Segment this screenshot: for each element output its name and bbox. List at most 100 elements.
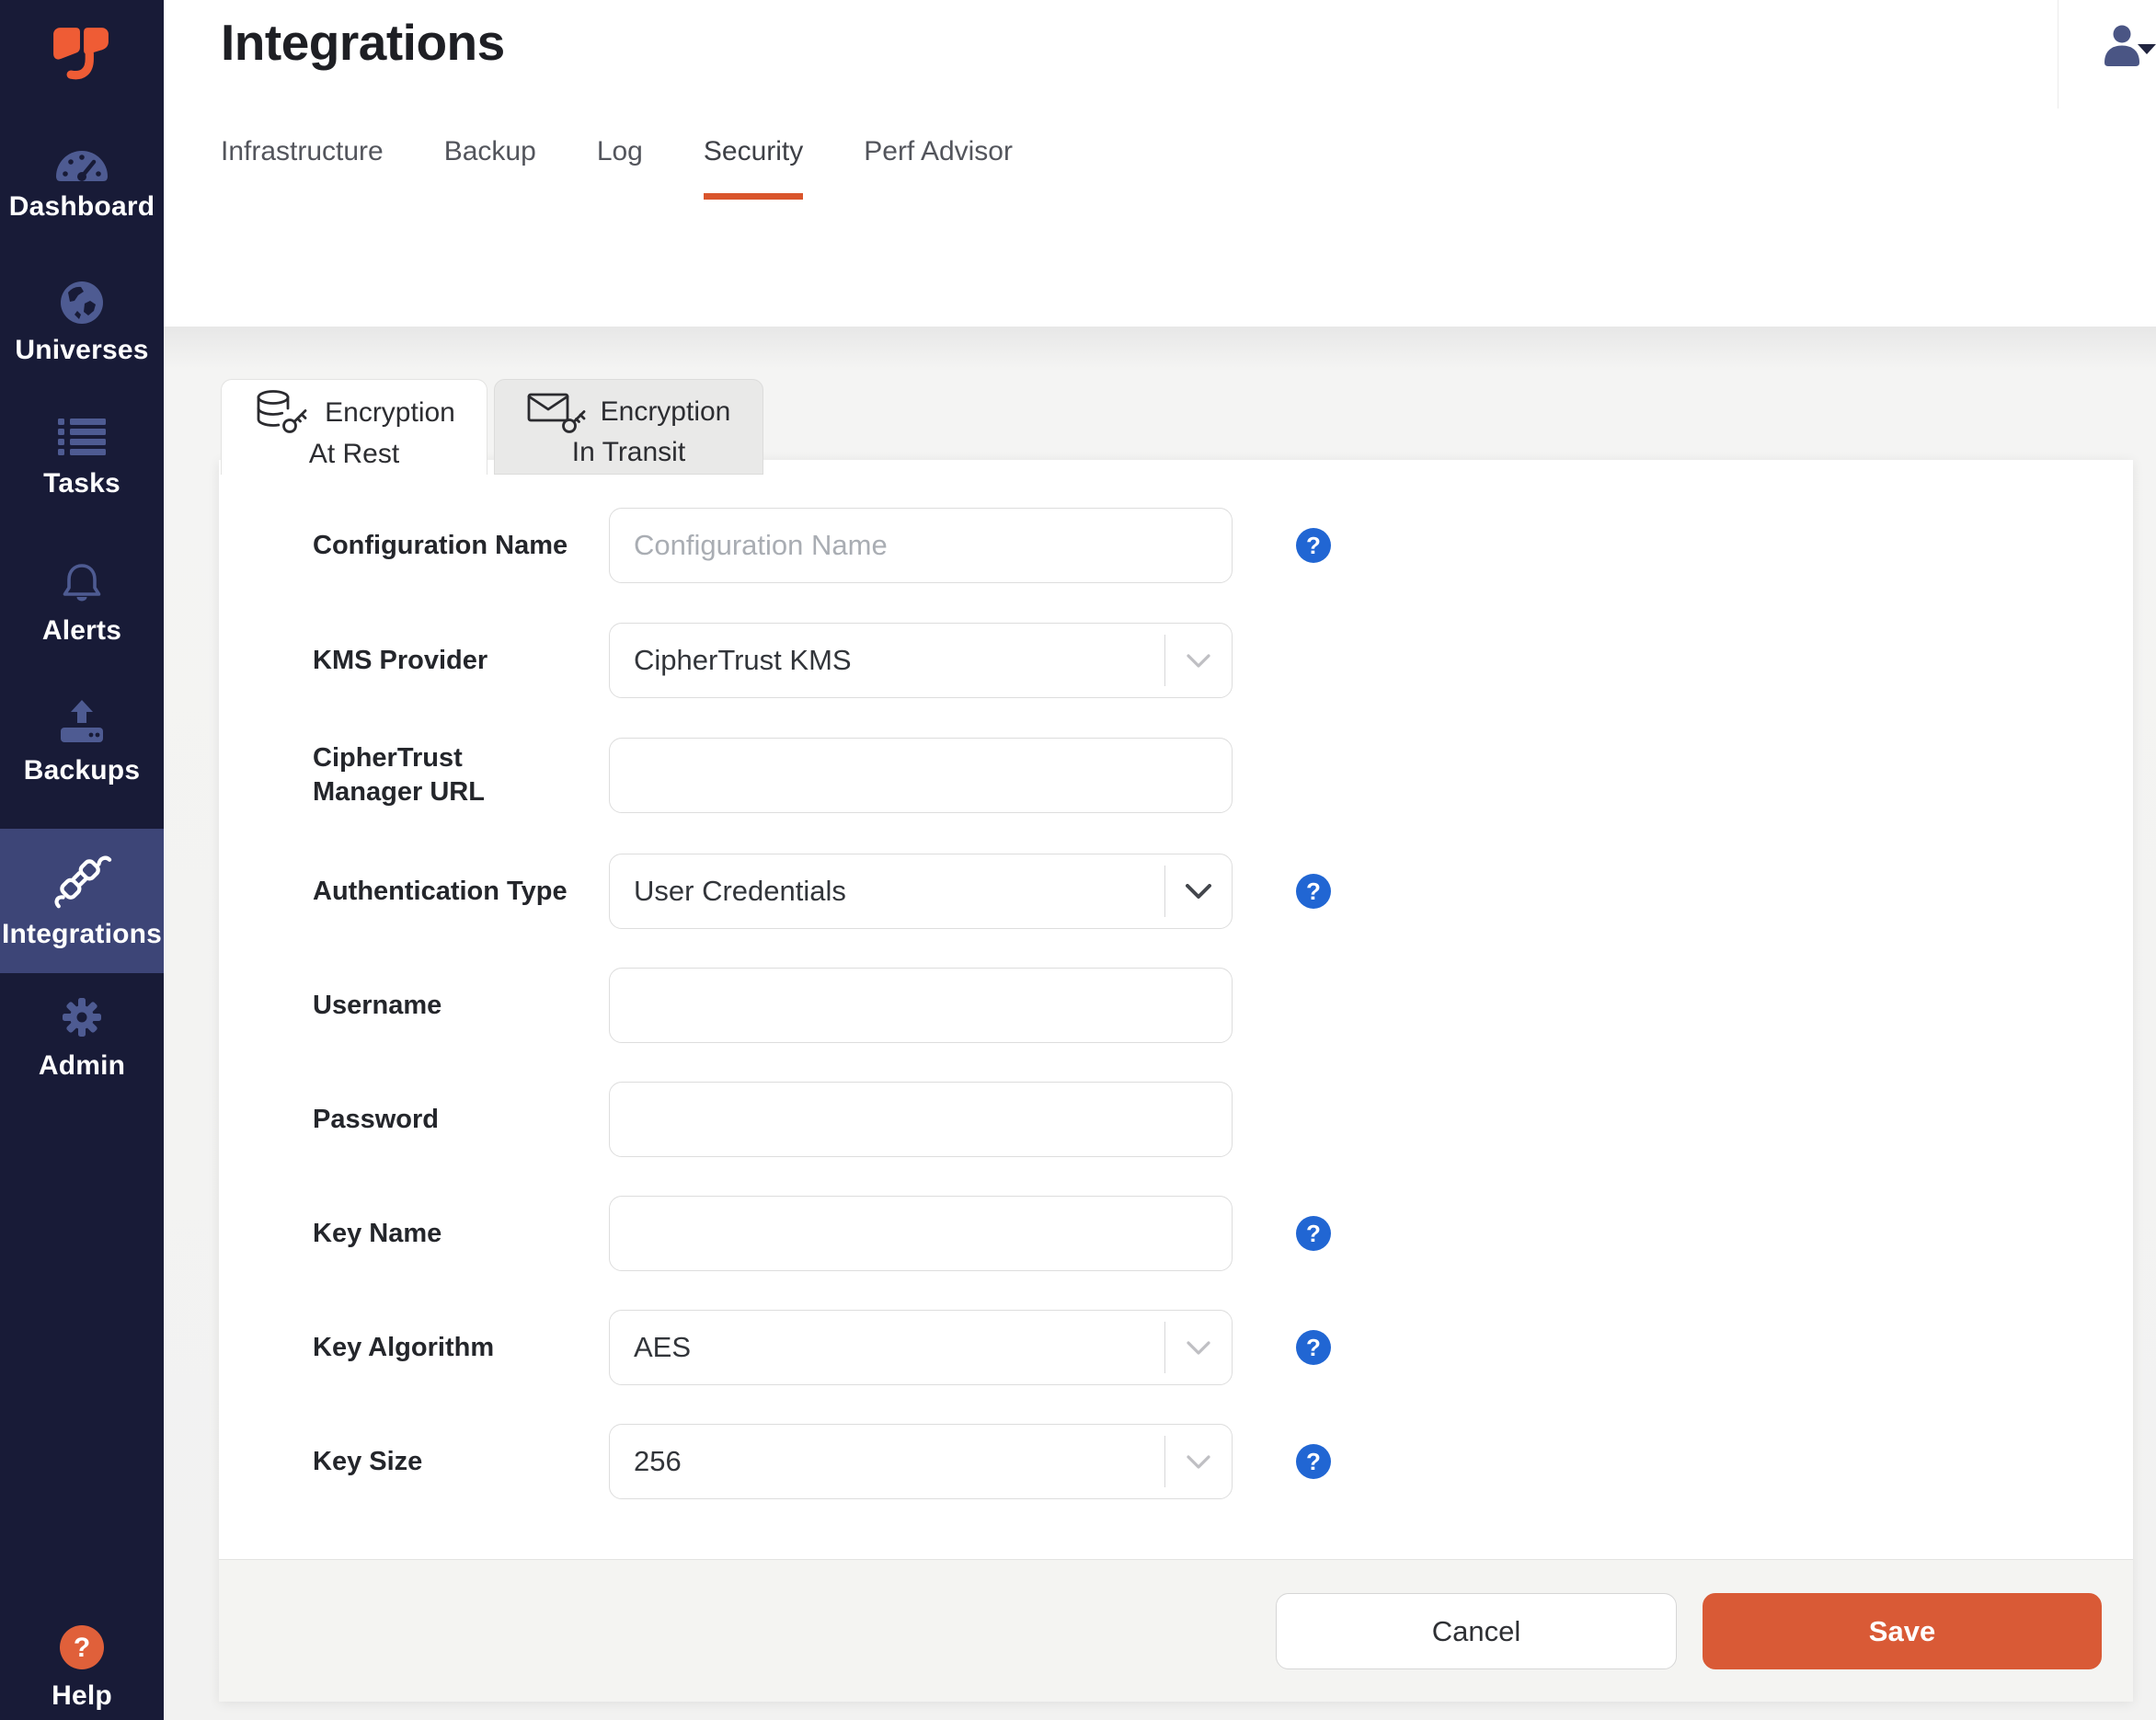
field-label: Key Size — [313, 1446, 423, 1476]
enc-tab-label-line1: Encryption — [325, 397, 455, 428]
sidebar-item-label: Backups — [23, 755, 141, 785]
key-size-help[interactable]: ? — [1295, 1443, 1332, 1480]
svg-text:?: ? — [1306, 877, 1321, 905]
help-question-icon: ? — [60, 1625, 104, 1669]
ciphertrust-manager-url-input[interactable] — [609, 738, 1233, 813]
tab-infrastructure[interactable]: Infrastructure — [221, 136, 384, 200]
sidebar-item-label: Alerts — [41, 615, 122, 646]
authentication-type-help[interactable]: ? — [1295, 873, 1332, 910]
sidebar: Dashboard Universes Tasks Alerts Backups… — [0, 0, 164, 1720]
authentication-type-select[interactable]: User Credentials — [609, 854, 1233, 929]
gear-icon — [63, 998, 101, 1037]
sidebar-item-help[interactable]: ? Help — [0, 1623, 164, 1712]
field-label: Authentication Type — [313, 876, 568, 906]
help-circle-icon: ? — [1296, 1330, 1331, 1365]
password-input[interactable] — [609, 1082, 1233, 1157]
select-value: 256 — [634, 1445, 682, 1477]
sidebar-item-alerts[interactable]: Alerts — [0, 558, 164, 647]
content-area: Encryption At Rest Encryption In Transit… — [164, 327, 2156, 1720]
globe-icon — [61, 281, 103, 324]
tab-encryption-at-rest[interactable]: Encryption At Rest — [221, 379, 487, 475]
encryption-at-rest-panel: Configuration Name ? KMS Provider — [219, 460, 2133, 1702]
sidebar-item-label: Integrations — [1, 918, 163, 949]
key-name-help[interactable]: ? — [1295, 1215, 1332, 1252]
form-row-key-algorithm: Key Algorithm AES ? — [219, 1310, 2133, 1385]
cancel-button[interactable]: Cancel — [1276, 1593, 1677, 1669]
key-algorithm-select[interactable]: AES — [609, 1310, 1233, 1385]
sidebar-item-backups[interactable]: Backups — [0, 698, 164, 786]
svg-text:?: ? — [1306, 1448, 1321, 1475]
username-input[interactable] — [609, 968, 1233, 1043]
form-row-configuration-name: Configuration Name ? — [219, 508, 2133, 583]
field-label: CipherTrust Manager URL — [313, 743, 485, 807]
sidebar-item-label: Dashboard — [8, 191, 155, 222]
help-circle-icon: ? — [1296, 1216, 1331, 1251]
gauge-icon — [56, 151, 108, 181]
sidebar-item-universes[interactable]: Universes — [0, 280, 164, 366]
form-row-authentication-type: Authentication Type User Credentials ? — [219, 854, 2133, 929]
form-row-ciphertrust-manager-url: CipherTrust Manager URL — [219, 738, 2133, 813]
svg-text:?: ? — [1306, 1334, 1321, 1361]
kms-provider-select[interactable]: CipherTrust KMS — [609, 623, 1233, 698]
form-row-key-size: Key Size 256 ? — [219, 1424, 2133, 1499]
form-row-username: Username — [219, 968, 2133, 1043]
caret-down-icon[interactable] — [2138, 42, 2156, 59]
chevron-down-icon — [1165, 1340, 1232, 1355]
form-row-kms-provider: KMS Provider CipherTrust KMS — [219, 623, 2133, 698]
chevron-down-icon — [1165, 884, 1232, 899]
select-value: User Credentials — [634, 875, 846, 907]
select-value: CipherTrust KMS — [634, 644, 852, 676]
sidebar-item-label: Admin — [38, 1050, 126, 1081]
field-label: KMS Provider — [313, 645, 488, 675]
page-title: Integrations — [221, 14, 505, 71]
sidebar-item-label: Universes — [15, 335, 149, 365]
header-tabs: Infrastructure Backup Log Security Perf … — [221, 136, 1013, 200]
help-circle-icon: ? — [1296, 1444, 1331, 1479]
enc-tab-label-line2: In Transit — [571, 437, 686, 467]
field-label: Configuration Name — [313, 530, 568, 560]
form-row-key-name: Key Name ? — [219, 1196, 2133, 1271]
tab-backup[interactable]: Backup — [444, 136, 536, 200]
main-region: Integrations Infrastructure Backup Log S… — [164, 0, 2156, 1720]
tab-security[interactable]: Security — [703, 136, 804, 200]
tab-log[interactable]: Log — [597, 136, 643, 200]
field-label: Key Name — [313, 1218, 442, 1248]
field-label: Key Algorithm — [313, 1332, 495, 1362]
select-value: AES — [634, 1331, 692, 1363]
bell-icon — [63, 564, 101, 602]
configuration-name-input[interactable] — [609, 508, 1233, 583]
tab-perf-advisor[interactable]: Perf Advisor — [864, 136, 1013, 200]
kms-config-form: Configuration Name ? KMS Provider — [219, 460, 2133, 1559]
svg-text:?: ? — [74, 1633, 90, 1663]
field-label: Password — [313, 1104, 439, 1134]
task-list-icon — [58, 419, 106, 455]
configuration-name-help[interactable]: ? — [1295, 527, 1332, 564]
svg-text:?: ? — [1306, 532, 1321, 559]
key-name-input[interactable] — [609, 1196, 1233, 1271]
chevron-down-icon — [1165, 653, 1232, 668]
form-footer: Cancel Save — [219, 1559, 2133, 1702]
sidebar-item-label: Tasks — [43, 468, 120, 499]
key-size-select[interactable]: 256 — [609, 1424, 1233, 1499]
sidebar-item-integrations[interactable]: Integrations — [0, 829, 164, 973]
sidebar-item-dashboard[interactable]: Dashboard — [0, 140, 164, 223]
sidebar-item-label: Help — [52, 1680, 112, 1711]
app-window: Dashboard Universes Tasks Alerts Backups… — [0, 0, 2156, 1720]
form-row-password: Password — [219, 1082, 2133, 1157]
tab-encryption-in-transit[interactable]: Encryption In Transit — [494, 379, 763, 475]
chevron-down-icon — [1165, 1454, 1232, 1469]
yugabyte-logo-icon — [53, 28, 109, 80]
enc-tab-label-line2: At Rest — [308, 439, 400, 469]
sidebar-item-admin[interactable]: Admin — [0, 993, 164, 1082]
help-circle-icon: ? — [1296, 528, 1331, 563]
envelope-key-icon — [527, 393, 586, 433]
plug-icon — [54, 855, 112, 908]
sidebar-item-tasks[interactable]: Tasks — [0, 419, 164, 499]
key-algorithm-help[interactable]: ? — [1295, 1329, 1332, 1366]
database-key-icon — [257, 390, 307, 433]
enc-tab-label-line1: Encryption — [600, 396, 731, 427]
header-divider — [2058, 0, 2059, 109]
save-button[interactable]: Save — [1703, 1593, 2102, 1669]
yugabyte-logo[interactable] — [52, 26, 110, 86]
help-circle-icon: ? — [1296, 874, 1331, 909]
